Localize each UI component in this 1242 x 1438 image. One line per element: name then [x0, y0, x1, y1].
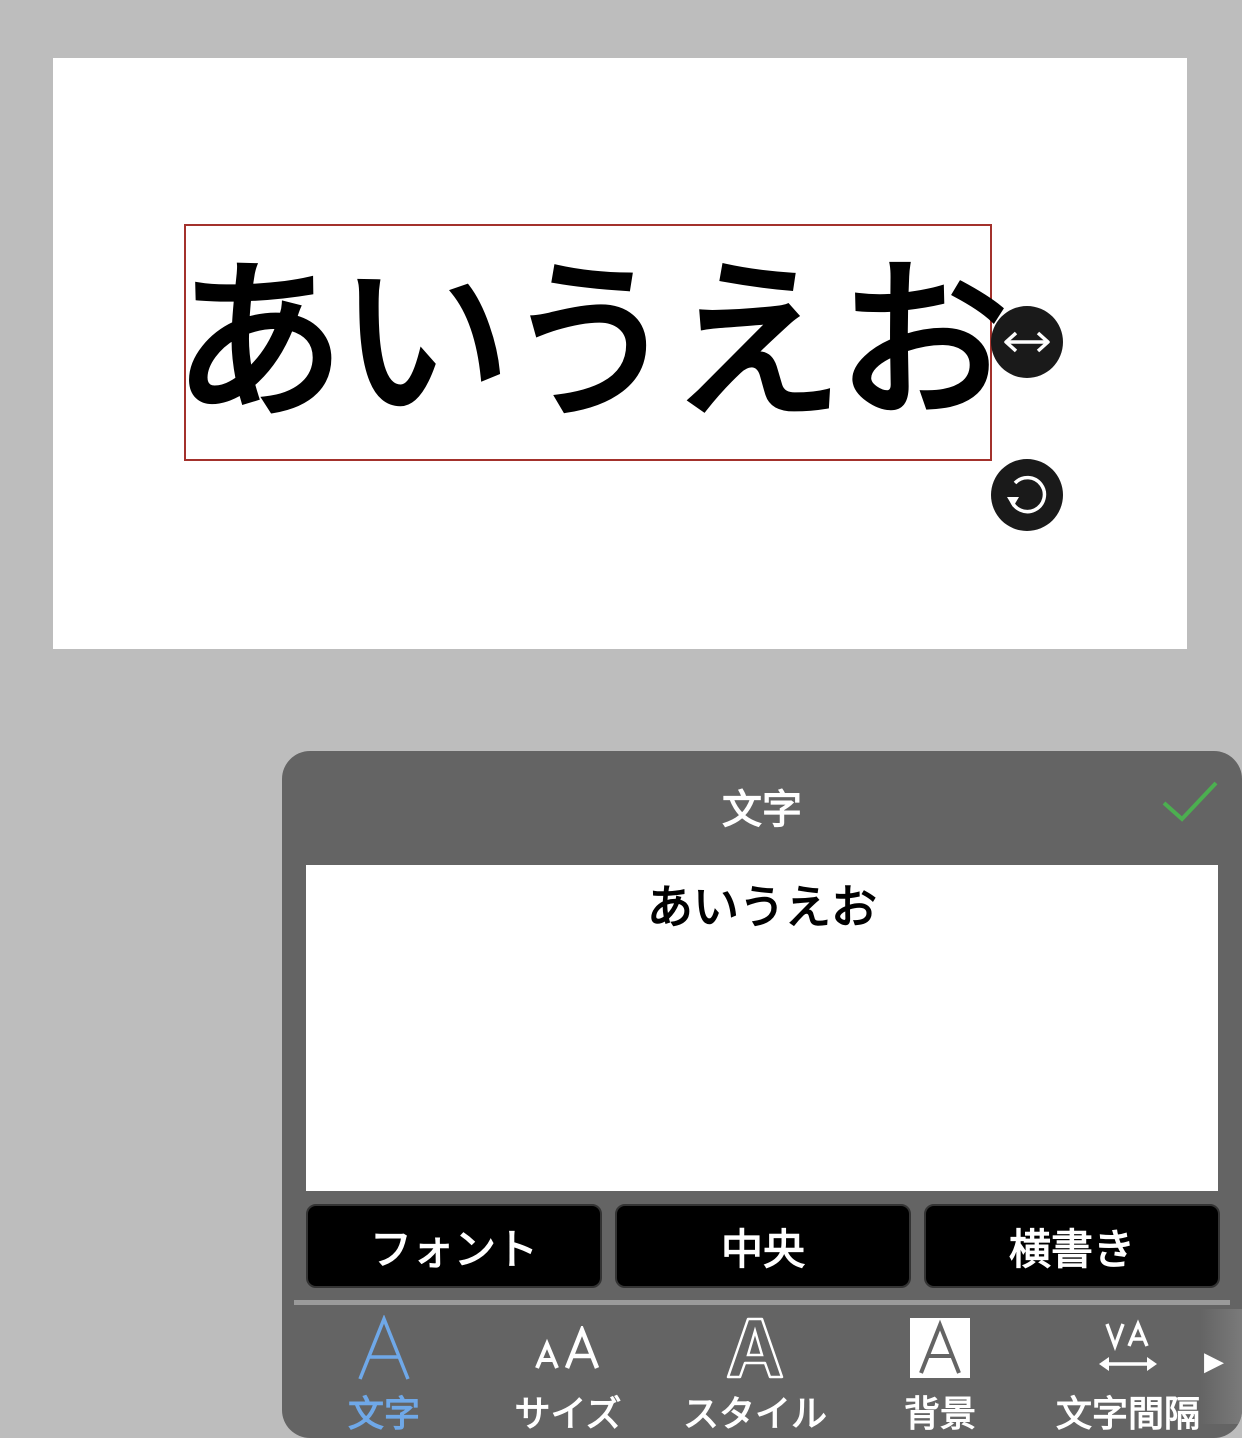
text-outline-icon: [726, 1317, 784, 1379]
divider: [294, 1300, 1230, 1305]
tab-label: 文字間隔: [1055, 1394, 1200, 1435]
tab-style[interactable]: スタイル: [665, 1309, 845, 1438]
tab-size[interactable]: サイズ: [478, 1309, 658, 1438]
horizontal-arrows-icon: [1004, 331, 1050, 353]
text-a-icon: [358, 1315, 410, 1380]
rotate-icon: [1007, 475, 1047, 514]
tab-label: スタイル: [682, 1394, 827, 1435]
text-option-buttons: フォント 中央 横書き: [306, 1204, 1220, 1288]
tab-text[interactable]: 文字: [294, 1309, 474, 1438]
tab-background[interactable]: 背景: [850, 1309, 1030, 1438]
selected-text-box[interactable]: あいうえお: [173, 224, 1009, 461]
letter-spacing-icon: [1099, 1319, 1157, 1371]
tab-letter-spacing[interactable]: 文字間隔: [1038, 1309, 1218, 1438]
canvas-text: あいうえお: [173, 241, 1009, 443]
design-canvas[interactable]: あいうえお: [53, 58, 1187, 649]
resize-handle[interactable]: [991, 306, 1063, 378]
font-button[interactable]: フォント: [306, 1204, 602, 1288]
text-background-icon: [910, 1318, 970, 1378]
panel-title: 文字: [722, 787, 802, 833]
text-input[interactable]: あいうえお: [306, 865, 1218, 1191]
text-size-icon: [535, 1326, 600, 1369]
text-edit-panel: 文字 あいうえお フォント 中央 横書き 文字 サイズ スタイル 背景 文字間隔…: [282, 751, 1242, 1438]
checkmark-icon[interactable]: [1160, 777, 1220, 829]
direction-button[interactable]: 横書き: [924, 1204, 1220, 1288]
tab-label: 文字: [347, 1394, 420, 1435]
rotate-handle[interactable]: [991, 459, 1063, 531]
chevron-right-icon[interactable]: ▶: [1204, 1347, 1224, 1377]
tab-label: 背景: [903, 1394, 976, 1435]
align-button[interactable]: 中央: [615, 1204, 911, 1288]
tool-tabs: 文字 サイズ スタイル 背景 文字間隔: [282, 1309, 1242, 1438]
tab-label: サイズ: [514, 1394, 622, 1435]
